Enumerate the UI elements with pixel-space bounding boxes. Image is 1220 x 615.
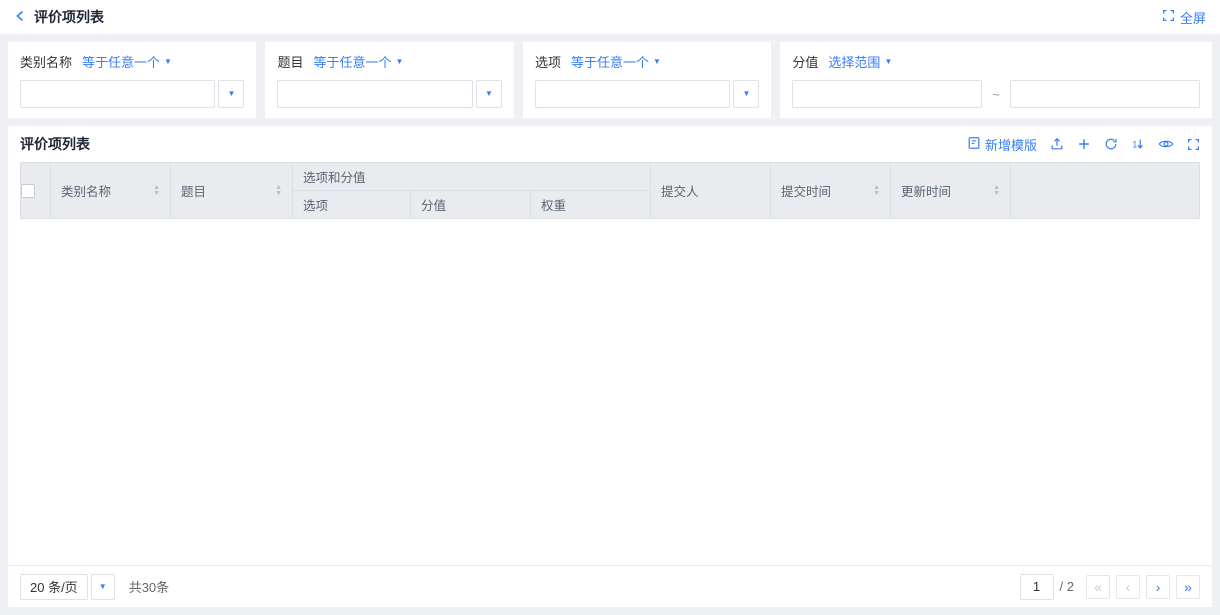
caret-down-icon: ▼ — [99, 583, 107, 591]
sort-icon[interactable]: ▲▼ — [873, 185, 880, 197]
filter-score: 分值 选择范围 ▼ ~ — [780, 42, 1212, 118]
plus-icon — [1077, 137, 1091, 151]
table-header-row-1: 类别名称 ▲▼ 题目 ▲▼ 选项和分值 提交人 提交时间 — [21, 163, 1200, 191]
evaluation-list-panel: 评价项列表 新增模版 1 — [8, 126, 1212, 607]
filter-question-label: 题目 — [277, 52, 303, 71]
filter-category-select[interactable] — [20, 80, 215, 108]
total-count: 共30条 — [129, 577, 169, 596]
page-size-select[interactable]: 20 条/页 — [20, 574, 88, 600]
filter-question-select[interactable] — [277, 80, 472, 108]
page-size-value: 20 条/页 — [30, 577, 78, 596]
header-question[interactable]: 题目 ▲▼ — [171, 163, 293, 219]
fullscreen-icon — [1187, 138, 1200, 151]
score-max-input[interactable] — [1010, 80, 1200, 108]
select-all-checkbox[interactable] — [21, 184, 35, 198]
filter-question-caret-button[interactable]: ▼ — [476, 80, 502, 108]
filter-option-operator[interactable]: 等于任意一个 ▼ — [571, 52, 661, 71]
back-chevron-icon — [14, 9, 26, 26]
filter-score-operator[interactable]: 选择范围 ▼ — [828, 52, 892, 71]
operator-text: 等于任意一个 — [313, 52, 391, 71]
filter-category: 类别名称 等于任意一个 ▼ ▼ — [8, 42, 256, 118]
operator-text: 等于任意一个 — [571, 52, 649, 71]
select-all-cell — [21, 163, 51, 219]
refresh-icon — [1104, 137, 1118, 151]
sort-order-icon: 1 — [1131, 137, 1145, 151]
filter-question-operator[interactable]: 等于任意一个 ▼ — [313, 52, 403, 71]
refresh-button[interactable] — [1104, 137, 1118, 151]
new-template-button[interactable]: 新增模版 — [967, 135, 1037, 154]
table-toolbar: 新增模版 1 — [967, 135, 1200, 154]
filter-category-caret-button[interactable]: ▼ — [218, 80, 244, 108]
header-submit-time-label: 提交时间 — [781, 181, 831, 200]
header-options-group: 选项和分值 — [293, 163, 651, 191]
filter-score-label: 分值 — [792, 52, 818, 71]
filter-option-select[interactable] — [535, 80, 730, 108]
page-title: 评价项列表 — [34, 7, 104, 27]
caret-down-icon: ▼ — [396, 58, 404, 66]
filter-question: 题目 等于任意一个 ▼ ▼ — [265, 42, 513, 118]
fullscreen-label: 全屏 — [1180, 8, 1206, 27]
filter-option-label: 选项 — [535, 52, 561, 71]
table-footer: 20 条/页 ▼ 共30条 / 2 « ‹ › » — [8, 565, 1212, 607]
score-min-input[interactable] — [792, 80, 982, 108]
fullscreen-icon — [1162, 9, 1175, 25]
page-size-caret-button[interactable]: ▼ — [91, 574, 115, 600]
header-update-time-label: 更新时间 — [901, 181, 951, 200]
operator-text: 选择范围 — [828, 52, 880, 71]
header-submitter: 提交人 — [651, 163, 771, 219]
range-separator: ~ — [992, 87, 1000, 102]
caret-down-icon: ▼ — [653, 58, 661, 66]
header-category-label: 类别名称 — [61, 181, 111, 200]
caret-down-icon: ▼ — [742, 90, 750, 98]
header-question-label: 题目 — [181, 181, 206, 200]
sort-icon[interactable]: ▲▼ — [275, 185, 282, 197]
header-update-time[interactable]: 更新时间 ▲▼ — [891, 163, 1011, 219]
page-total: / 2 — [1060, 579, 1074, 594]
evaluation-table: 类别名称 ▲▼ 题目 ▲▼ 选项和分值 提交人 提交时间 — [20, 162, 1200, 219]
filter-option: 选项 等于任意一个 ▼ ▼ — [523, 42, 771, 118]
sort-order-button[interactable]: 1 — [1131, 137, 1145, 151]
page-fullscreen-button[interactable]: 全屏 — [1162, 8, 1206, 27]
caret-down-icon: ▼ — [485, 90, 493, 98]
export-button[interactable] — [1050, 137, 1064, 151]
table-fullscreen-button[interactable] — [1187, 138, 1200, 151]
filter-bar: 类别名称 等于任意一个 ▼ ▼ 题目 等于任意一个 ▼ ▼ — [8, 42, 1212, 118]
filter-option-caret-button[interactable]: ▼ — [733, 80, 759, 108]
first-page-button[interactable]: « — [1086, 575, 1110, 599]
header-empty — [1011, 163, 1200, 219]
last-page-button[interactable]: » — [1176, 575, 1200, 599]
next-page-button[interactable]: › — [1146, 575, 1170, 599]
svg-text:1: 1 — [1132, 140, 1137, 150]
back-button[interactable] — [14, 9, 26, 26]
header-option: 选项 — [293, 191, 411, 219]
new-template-label: 新增模版 — [985, 135, 1037, 154]
filter-category-operator[interactable]: 等于任意一个 ▼ — [82, 52, 172, 71]
caret-down-icon: ▼ — [164, 58, 172, 66]
filter-category-label: 类别名称 — [20, 52, 72, 71]
caret-down-icon: ▼ — [884, 58, 892, 66]
sort-icon[interactable]: ▲▼ — [993, 185, 1000, 197]
export-icon — [1050, 137, 1064, 151]
header-score: 分值 — [411, 191, 531, 219]
page-number-input[interactable] — [1020, 574, 1054, 600]
add-button[interactable] — [1077, 137, 1091, 151]
sort-icon[interactable]: ▲▼ — [153, 185, 160, 197]
header-weight: 权重 — [531, 191, 651, 219]
table-scroll-area[interactable]: 类别名称 ▲▼ 题目 ▲▼ 选项和分值 提交人 提交时间 — [8, 162, 1212, 565]
header-category[interactable]: 类别名称 ▲▼ — [51, 163, 171, 219]
operator-text: 等于任意一个 — [82, 52, 160, 71]
topbar: 评价项列表 全屏 — [0, 0, 1220, 34]
caret-down-icon: ▼ — [228, 90, 236, 98]
header-submit-time[interactable]: 提交时间 ▲▼ — [771, 163, 891, 219]
panel-title: 评价项列表 — [20, 134, 90, 154]
eye-icon — [1158, 137, 1174, 151]
column-visibility-button[interactable] — [1158, 137, 1174, 151]
prev-page-button[interactable]: ‹ — [1116, 575, 1140, 599]
template-icon — [967, 136, 981, 153]
